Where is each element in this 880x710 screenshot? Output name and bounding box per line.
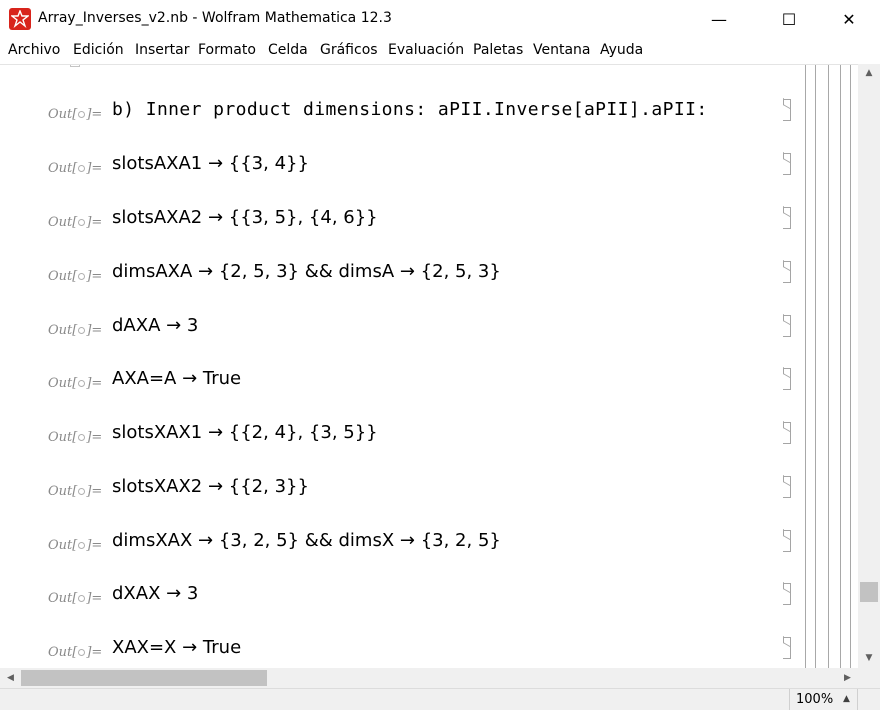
cell-bracket[interactable] [783,476,791,498]
scroll-up-arrow-icon[interactable]: ▲ [858,64,880,81]
cell-number-placeholder-icon [78,219,86,226]
out-label: Out[]= [48,645,103,660]
menu-paletas[interactable]: Paletas [473,42,523,58]
menu-celda[interactable]: Celda [268,42,308,58]
cell-number-placeholder-icon [78,595,86,602]
title-bar: Array_Inverses_v2.nb - Wolfram Mathemati… [0,0,880,38]
cell-output-text: slotsXAX1 → {{2, 4}, {3, 5}} [112,422,378,443]
cell-bracket[interactable] [783,530,791,552]
menu-edicion[interactable]: Edición [73,42,124,58]
cell-output-text: b) Inner product dimensions: aPII.Invers… [112,99,708,120]
cell-output-text: XAX=X → True [112,637,242,658]
cell-number-placeholder-icon [78,380,86,387]
horizontal-scrollbar[interactable]: ◀ ▶ [0,668,858,688]
close-button[interactable]: ✕ [826,0,872,38]
output-cell[interactable]: Out[]= slotsAXA2 → {{3, 5}, {4, 6}} [0,207,858,261]
cell-bracket[interactable] [783,99,791,121]
cell-bracket[interactable] [783,207,791,229]
out-label: Out[]= [48,591,103,606]
menu-graficos[interactable]: Gráficos [320,42,378,58]
out-label: Out[]= [48,269,103,284]
mathematica-logo-icon[interactable] [9,8,31,30]
cell-bracket[interactable] [783,261,791,283]
menu-formato[interactable]: Formato [198,42,256,58]
menu-ayuda[interactable]: Ayuda [600,42,643,58]
output-cell[interactable]: Out[]= XAX=X → True [0,637,858,668]
vertical-scroll-thumb[interactable] [860,582,878,602]
cell-bracket[interactable] [783,583,791,605]
previous-cell-stub [70,65,80,67]
output-cell[interactable]: Out[]= slotsAXA1 → {{3, 4}} [0,153,858,207]
output-cell[interactable]: Out[]= dAXA → 3 [0,315,858,369]
out-label: Out[]= [48,430,103,445]
notebook-area[interactable]: Out[]= b) Inner product dimensions: aPII… [0,64,858,668]
cell-bracket[interactable] [783,637,791,659]
menu-archivo[interactable]: Archivo [8,42,60,58]
zoom-value[interactable]: 100% [796,692,833,707]
cell-bracket[interactable] [783,368,791,390]
status-bar: 100% ▲ [0,688,880,710]
cell-output-text: AXA=A → True [112,368,242,389]
cell-number-placeholder-icon [78,434,86,441]
menu-insertar[interactable]: Insertar [135,42,190,58]
minimize-button[interactable]: — [696,0,742,38]
menu-ventana[interactable]: Ventana [533,42,591,58]
cell-bracket[interactable] [783,153,791,175]
output-cell[interactable]: Out[]= slotsXAX1 → {{2, 4}, {3, 5}} [0,422,858,476]
output-cell[interactable]: Out[]= slotsXAX2 → {{2, 3}} [0,476,858,530]
cell-number-placeholder-icon [78,488,86,495]
scroll-down-arrow-icon[interactable]: ▼ [858,649,880,666]
scroll-right-arrow-icon[interactable]: ▶ [839,668,856,688]
cell-bracket[interactable] [783,422,791,444]
horizontal-scroll-thumb[interactable] [21,670,267,686]
cell-number-placeholder-icon [78,649,86,656]
cell-number-placeholder-icon [78,327,86,334]
output-cell[interactable]: Out[]= dXAX → 3 [0,583,858,637]
vertical-scrollbar[interactable]: ▲ ▼ [858,64,880,668]
menu-bar: Archivo Edición Insertar Formato Celda G… [0,38,880,64]
cell-number-placeholder-icon [78,273,86,280]
cell-number-placeholder-icon [78,111,86,118]
out-label: Out[]= [48,107,103,122]
out-label: Out[]= [48,376,103,391]
maximize-button[interactable]: ☐ [766,0,812,38]
cell-number-placeholder-icon [78,542,86,549]
out-label: Out[]= [48,161,103,176]
scroll-left-arrow-icon[interactable]: ◀ [2,668,19,688]
out-label: Out[]= [48,323,103,338]
scrollbar-corner [858,668,880,688]
cell-number-placeholder-icon [78,165,86,172]
window-title: Array_Inverses_v2.nb - Wolfram Mathemati… [38,10,392,26]
output-cell[interactable]: Out[]= b) Inner product dimensions: aPII… [0,99,858,153]
out-label: Out[]= [48,215,103,230]
cell-bracket[interactable] [783,315,791,337]
menu-evaluacion[interactable]: Evaluación [388,42,464,58]
out-label: Out[]= [48,538,103,553]
output-cell[interactable]: Out[]= dimsXAX → {3, 2, 5} && dimsX → {3… [0,530,858,584]
cell-output-text: dXAX → 3 [112,583,199,604]
cell-output-text: slotsXAX2 → {{2, 3}} [112,476,309,497]
out-label: Out[]= [48,484,103,499]
cell-output-text: slotsAXA1 → {{3, 4}} [112,153,309,174]
cell-output-text: dimsAXA → {2, 5, 3} && dimsA → {2, 5, 3} [112,261,501,282]
output-cell[interactable]: Out[]= dimsAXA → {2, 5, 3} && dimsA → {2… [0,261,858,315]
zoom-menu-arrow-icon[interactable]: ▲ [843,694,850,704]
cell-output-text: dimsXAX → {3, 2, 5} && dimsX → {3, 2, 5} [112,530,501,551]
cell-output-text: slotsAXA2 → {{3, 5}, {4, 6}} [112,207,378,228]
cell-output-text: dAXA → 3 [112,315,199,336]
output-cell[interactable]: Out[]= AXA=A → True [0,368,858,422]
